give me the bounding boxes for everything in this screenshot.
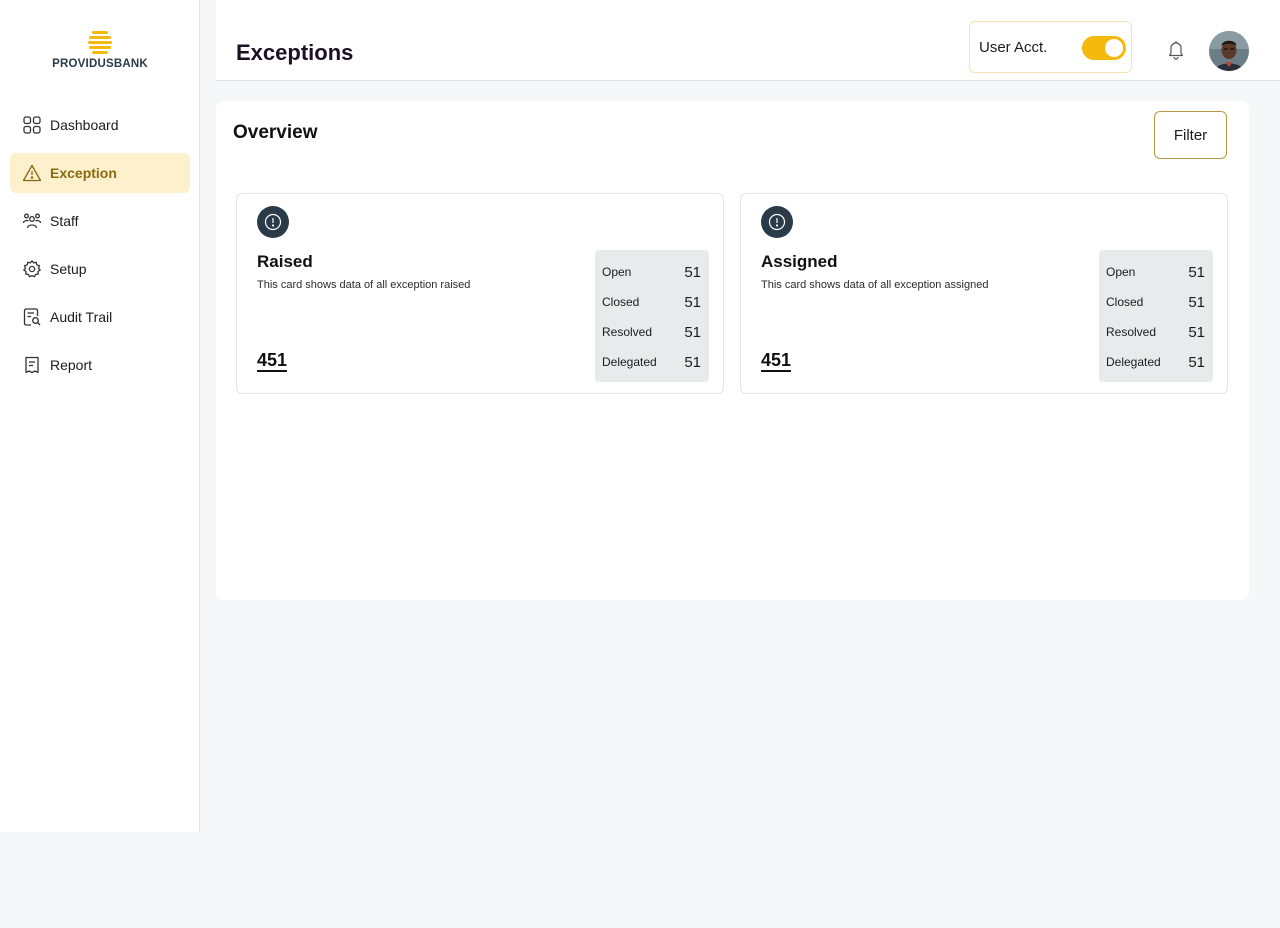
providus-logo-icon [88,31,112,54]
toggle-switch[interactable] [1082,36,1126,60]
stat-label: Closed [1106,295,1144,309]
bell-icon[interactable] [1166,39,1186,61]
sidebar-item-staff[interactable]: Staff [10,201,190,241]
stat-value: 51 [684,323,701,341]
card-title: Assigned [761,252,838,271]
card-description: This card shows data of all exception as… [761,279,989,291]
stat-label: Delegated [602,355,657,369]
users-icon [22,211,42,231]
sidebar-item-label: Setup [50,261,87,277]
overview-title: Overview [233,122,318,143]
stat-label: Resolved [602,325,653,339]
stat-row-delegated: Delegated 51 [595,347,709,377]
stat-value: 51 [1188,263,1205,281]
stat-label: Resolved [1106,325,1157,339]
audit-icon [22,307,42,327]
overview-panel: Overview Filter Raised This card shows d… [216,101,1249,600]
page-title: Exceptions [236,40,354,65]
stat-value: 51 [684,263,701,281]
stat-row-resolved: Resolved 51 [1099,317,1213,347]
sidebar-item-label: Staff [50,213,79,229]
info-icon [257,206,289,238]
stat-value: 51 [684,293,701,311]
stat-value: 51 [684,353,701,371]
sidebar-item-label: Report [50,357,93,373]
filter-button[interactable]: Filter [1154,111,1227,159]
toggle-knob [1105,39,1123,57]
raised-card[interactable]: Raised This card shows data of all excep… [236,193,724,394]
sidebar-item-label: Dashboard [50,117,119,133]
stat-label: Open [1106,265,1136,279]
card-total[interactable]: 451 [761,350,792,372]
user-toggle-label: User Acct. [979,38,1048,56]
sidebar-item-label: Audit Trail [50,309,113,325]
stats-list: Open 51 Closed 51 Resolved 51 Delegated … [1099,250,1213,382]
sidebar-item-label: Exception [50,165,117,181]
grid-icon [22,115,42,135]
sidebar-item-exception[interactable]: Exception [10,153,190,193]
card-title: Raised [257,252,313,271]
user-account-toggle[interactable]: User Acct. [969,21,1132,73]
stat-row-delegated: Delegated 51 [1099,347,1213,377]
stat-value: 51 [1188,293,1205,311]
card-total[interactable]: 451 [257,350,288,372]
gear-icon [22,259,42,279]
report-icon [22,355,42,375]
stats-list: Open 51 Closed 51 Resolved 51 Delegated … [595,250,709,382]
warning-icon [22,163,42,183]
stat-value: 51 [1188,323,1205,341]
stat-row-closed: Closed 51 [1099,287,1213,317]
top-header: Exceptions User Acct. [216,0,1280,81]
sidebar-item-setup[interactable]: Setup [10,249,190,289]
bank-name: PROVIDUSBANK [52,58,148,70]
stat-row-open: Open 51 [1099,257,1213,287]
bank-logo[interactable]: PROVIDUSBANK [0,28,200,70]
sidebar-nav: Dashboard Exception Staff Setup Audit Tr… [10,105,190,393]
stat-label: Delegated [1106,355,1161,369]
stat-row-resolved: Resolved 51 [595,317,709,347]
stat-label: Open [602,265,632,279]
stat-row-open: Open 51 [595,257,709,287]
sidebar-item-dashboard[interactable]: Dashboard [10,105,190,145]
stat-label: Closed [602,295,640,309]
avatar[interactable] [1209,31,1249,71]
stat-row-closed: Closed 51 [595,287,709,317]
card-description: This card shows data of all exception ra… [257,279,471,291]
info-icon [761,206,793,238]
assigned-card[interactable]: Assigned This card shows data of all exc… [740,193,1228,394]
stat-value: 51 [1188,353,1205,371]
sidebar: PROVIDUSBANK Dashboard Exception Staff S… [0,0,200,832]
sidebar-item-report[interactable]: Report [10,345,190,385]
sidebar-item-audit-trail[interactable]: Audit Trail [10,297,190,337]
